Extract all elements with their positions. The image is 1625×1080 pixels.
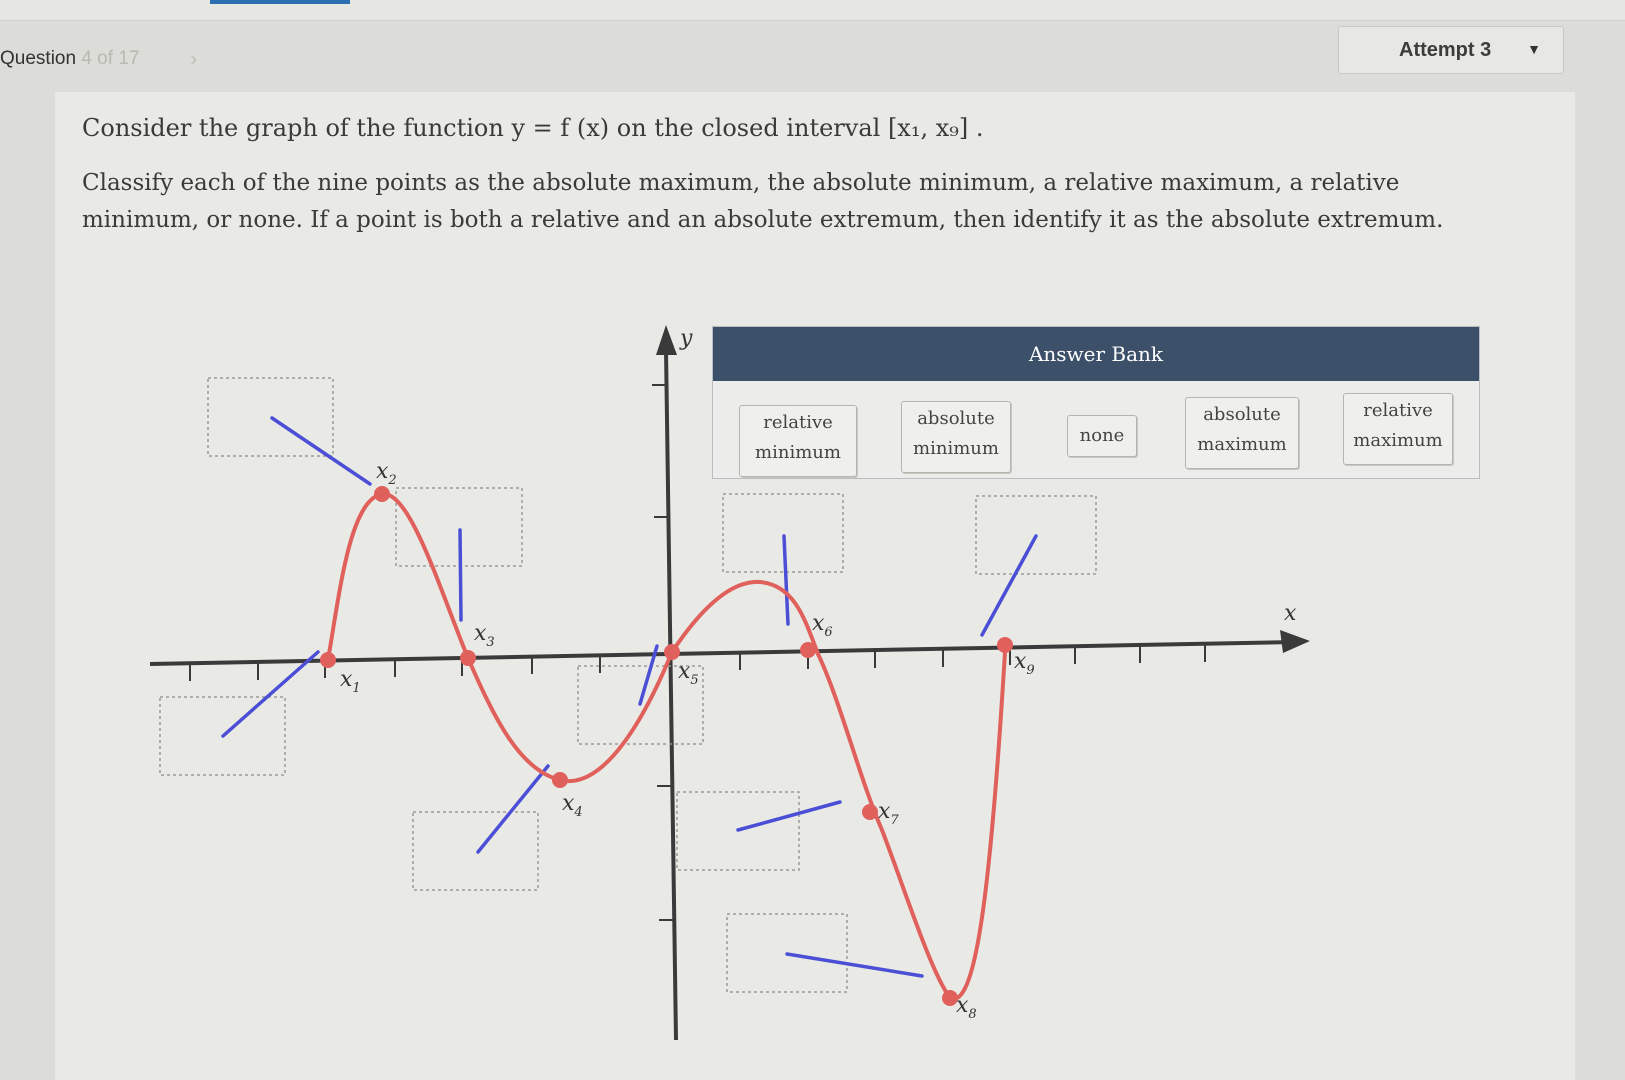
point-x3	[460, 650, 476, 666]
point-x2	[374, 486, 390, 502]
drop-target[interactable]	[722, 493, 844, 573]
chip-line: relative	[763, 412, 833, 433]
point-label: x7	[878, 799, 899, 828]
function-curve	[326, 491, 1007, 1001]
leader-line	[782, 534, 790, 626]
point-x1	[320, 652, 336, 668]
x-axis-label: x	[1284, 601, 1297, 626]
point-label: x6	[812, 611, 833, 640]
point-x7	[862, 804, 878, 820]
chip-line: absolute	[1203, 404, 1281, 425]
x-axis-arrow	[1280, 630, 1310, 653]
point-x6	[800, 642, 816, 658]
point-x5	[664, 644, 680, 660]
function-graph: x y x1 x2 x3 x4 x5 x6 x7 x8 x9	[149, 325, 1310, 1041]
chip-line: absolute	[917, 408, 995, 429]
point-label: x5	[678, 659, 699, 688]
chip-line: maximum	[1197, 434, 1287, 455]
drop-target[interactable]	[412, 811, 539, 891]
leader-lines	[221, 416, 1038, 978]
point-label: x3	[474, 621, 495, 650]
point-label: x1	[340, 667, 361, 696]
point-label: x2	[376, 459, 397, 488]
answer-chip-absolute-minimum[interactable]: absolute minimum	[901, 401, 1011, 473]
point-label: x4	[562, 791, 583, 820]
curve-points	[320, 486, 1013, 1006]
chip-line: maximum	[1353, 430, 1443, 451]
leader-line	[458, 528, 463, 622]
y-axis	[664, 349, 678, 1041]
answer-chip-absolute-maximum[interactable]: absolute maximum	[1185, 397, 1299, 469]
point-x9	[997, 637, 1013, 653]
point-x4	[552, 772, 568, 788]
drop-target[interactable]	[207, 377, 334, 457]
answer-bank-title: Answer Bank	[713, 327, 1479, 381]
leader-line	[785, 952, 924, 978]
answer-chip-relative-minimum[interactable]: relative minimum	[739, 405, 857, 477]
y-axis-arrow	[656, 325, 677, 355]
answer-bank: Answer Bank relative minimum absolute mi…	[712, 326, 1480, 479]
y-axis-label: y	[679, 326, 693, 351]
leader-line	[221, 650, 320, 738]
chip-line: minimum	[755, 442, 841, 463]
answer-chip-none[interactable]: none	[1067, 415, 1137, 457]
point-labels: x1 x2 x3 x4 x5 x6 x7 x8 x9	[340, 459, 1035, 1022]
point-label: x8	[956, 993, 977, 1022]
chip-line: none	[1079, 425, 1125, 446]
point-label: x9	[1014, 649, 1035, 678]
leader-line	[980, 534, 1038, 637]
leader-line	[736, 800, 842, 832]
chip-line: minimum	[913, 438, 999, 459]
chip-line: relative	[1363, 400, 1433, 421]
answer-chip-relative-maximum[interactable]: relative maximum	[1343, 393, 1453, 465]
leader-line	[270, 416, 372, 486]
